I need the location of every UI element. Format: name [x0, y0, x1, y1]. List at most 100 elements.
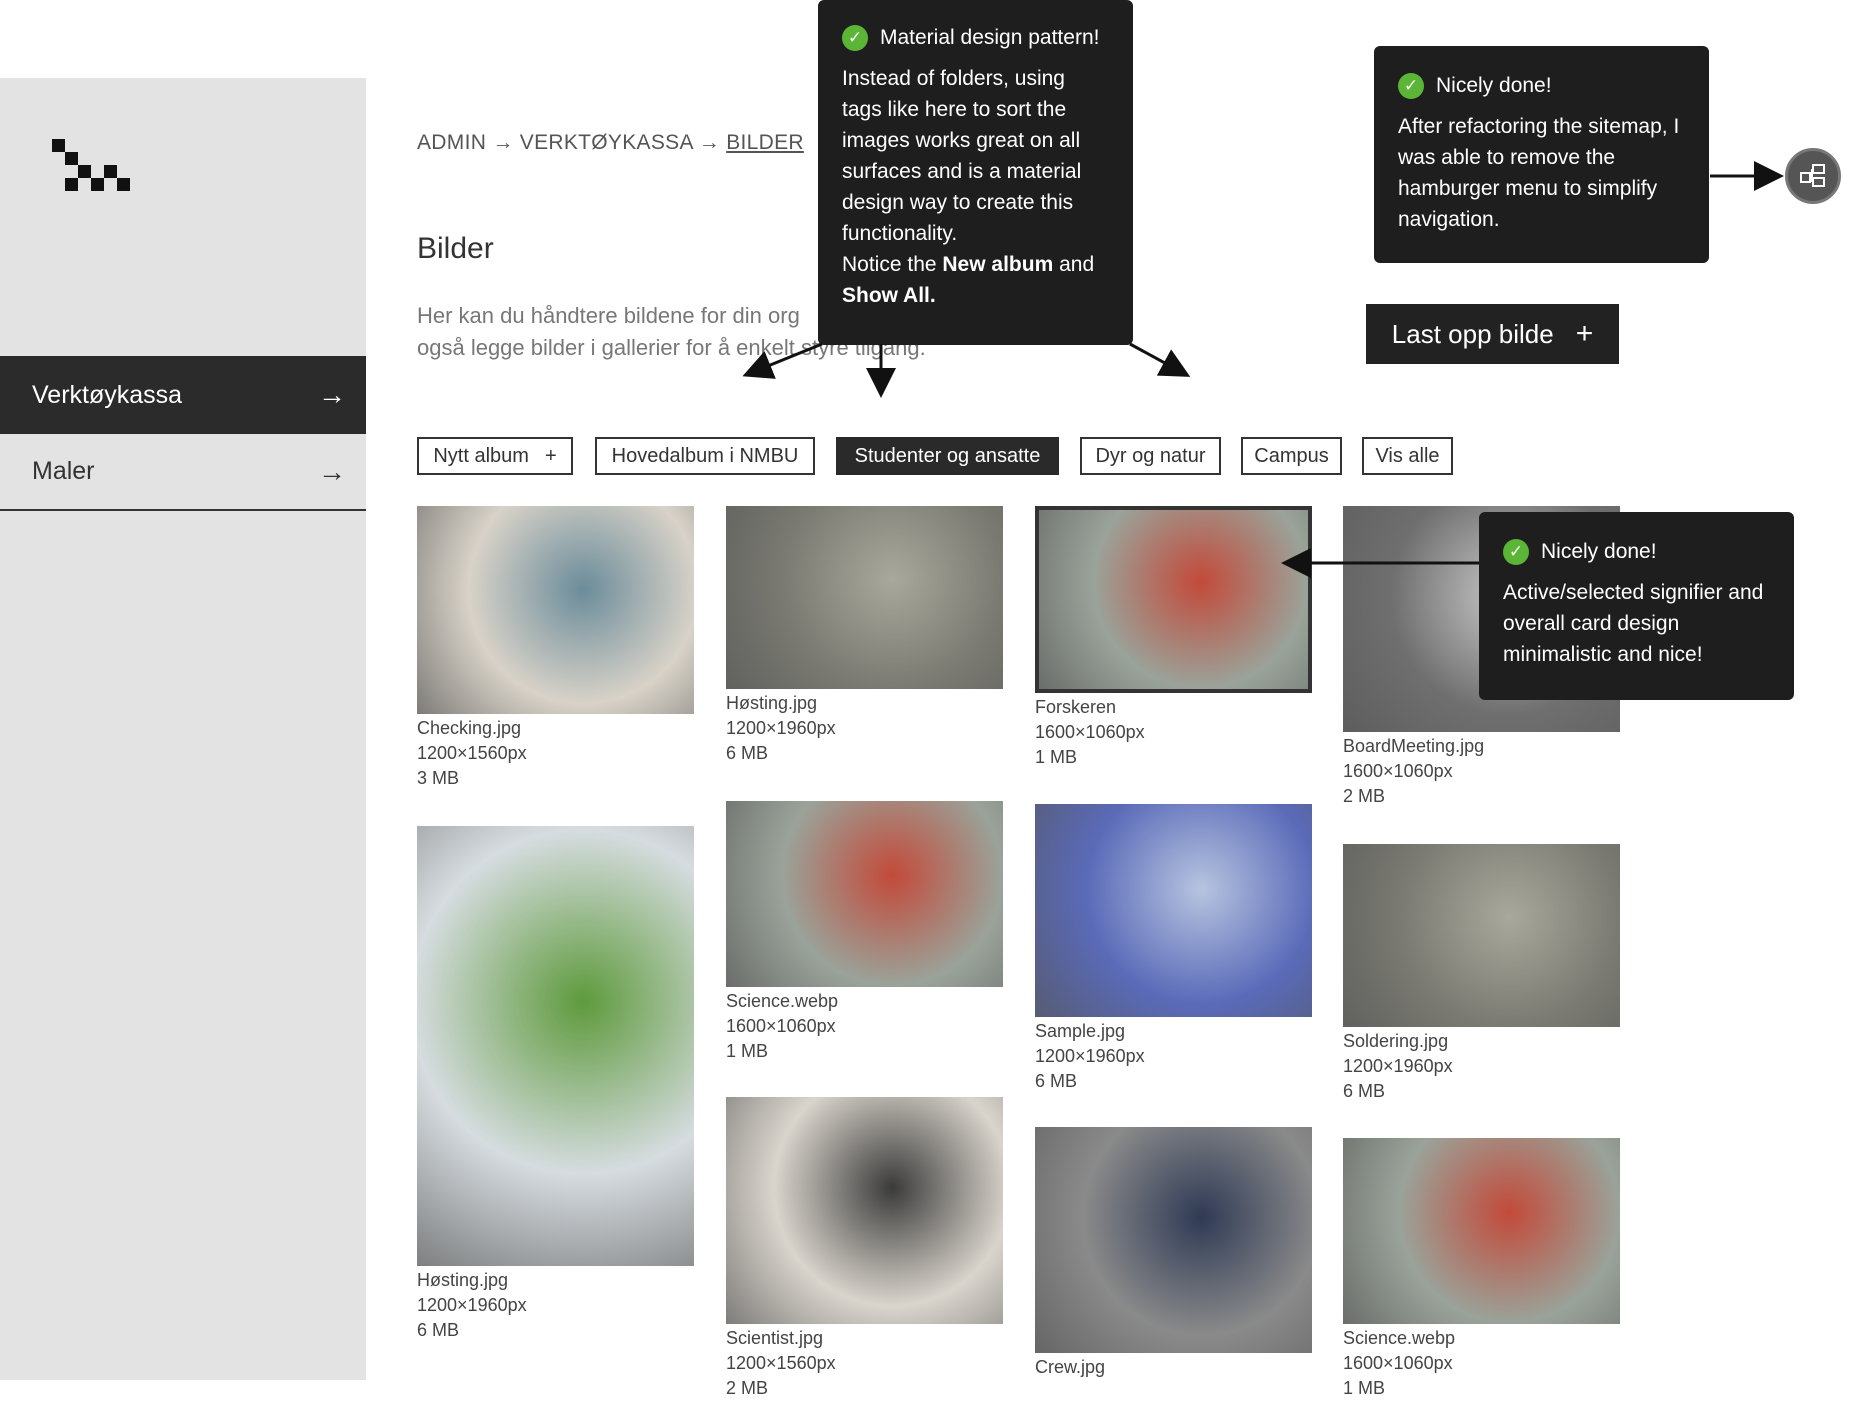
callout-title: Nicely done! [1541, 540, 1657, 563]
image-meta: Høsting.jpg 1200×1960px 6 MB [726, 691, 1003, 766]
image-meta: Crew.jpg [1035, 1355, 1312, 1380]
tag-label: Hovedalbum i NMBU [611, 444, 799, 467]
image-thumbnail[interactable] [726, 1097, 1003, 1324]
upload-label: Last opp bilde [1391, 318, 1554, 349]
image-card[interactable]: Checking.jpg 1200×1560px 3 MB [417, 506, 694, 791]
image-card[interactable]: Sample.jpg 1200×1960px 6 MB [1035, 804, 1312, 1094]
image-meta: BoardMeeting.jpg 1600×1060px 2 MB [1343, 734, 1620, 809]
image-card[interactable]: Soldering.jpg 1200×1960px 6 MB [1343, 844, 1620, 1104]
image-size: 1 MB [726, 1041, 769, 1061]
image-dims: 1600×1060px [1035, 722, 1145, 742]
callout-title: Nicely done! [1436, 74, 1552, 97]
image-dims: 1200×1960px [1343, 1056, 1453, 1076]
image-size: 6 MB [726, 743, 769, 763]
image-card[interactable]: Science.webp 1600×1060px 1 MB [726, 801, 1003, 1064]
callout-body: After refactoring the sitemap, I was abl… [1398, 115, 1680, 231]
image-name: Høsting.jpg [417, 1270, 509, 1290]
tag-label: Nytt album [433, 444, 529, 467]
image-meta: Soldering.jpg 1200×1960px 6 MB [1343, 1029, 1620, 1104]
image-meta: Høsting.jpg 1200×1960px 6 MB [417, 1268, 694, 1343]
image-thumbnail[interactable] [1035, 804, 1312, 1017]
image-size: 1 MB [1035, 747, 1078, 767]
sidebar-item-verktoykassa[interactable]: Verktøykassa → [0, 356, 366, 434]
image-meta: Scientist.jpg 1200×1560px 2 MB [726, 1326, 1003, 1401]
sitemap-button[interactable] [1785, 148, 1841, 204]
image-meta: Sample.jpg 1200×1960px 6 MB [1035, 1019, 1312, 1094]
arrow-right-icon: → [318, 379, 346, 410]
image-name: Crew.jpg [1035, 1357, 1106, 1377]
image-name: Soldering.jpg [1343, 1031, 1449, 1051]
tag-new-album[interactable]: Nytt album + [417, 437, 573, 475]
image-size: 2 MB [1343, 786, 1386, 806]
sidebar-item-maler[interactable]: Maler → [0, 434, 366, 511]
page-title: Bilder [417, 232, 494, 265]
plus-icon: + [544, 444, 557, 467]
image-dims: 1600×1060px [1343, 761, 1453, 781]
image-card[interactable]: Høsting.jpg 1200×1960px 6 MB [417, 826, 694, 1343]
callout-title: Material design pattern! [880, 26, 1100, 49]
image-thumbnail[interactable] [1035, 1127, 1312, 1353]
image-card[interactable]: Science.webp 1600×1060px 1 MB [1343, 1138, 1620, 1401]
tag-label: Vis alle [1375, 444, 1440, 467]
image-name: Science.webp [726, 991, 839, 1011]
tag-show-all[interactable]: Vis alle [1362, 437, 1453, 475]
sidebar-item-label: Verktøykassa [32, 380, 183, 409]
callout-body: Instead of folders, using tags like here… [842, 67, 1082, 245]
material-design-callout: ✓ Material design pattern! Instead of fo… [818, 0, 1133, 345]
image-card[interactable]: Crew.jpg [1035, 1127, 1312, 1380]
notice-bold-new-album: New album [942, 253, 1054, 276]
image-thumbnail[interactable] [1343, 844, 1620, 1027]
breadcrumb-verktoykassa[interactable]: VERKTØYKASSA [520, 131, 693, 154]
tag-label: Studenter og ansatte [854, 444, 1041, 467]
sidebar [0, 78, 366, 1380]
image-thumbnail[interactable] [417, 826, 694, 1266]
image-dims: 1200×1960px [1035, 1046, 1145, 1066]
image-card[interactable]: Forskeren 1600×1060px 1 MB [1035, 506, 1312, 770]
breadcrumb-current[interactable]: BILDER [726, 131, 804, 154]
image-thumbnail[interactable] [417, 506, 694, 714]
tag-studenter-selected[interactable]: Studenter og ansatte [836, 437, 1059, 475]
image-dims: 1200×1560px [726, 1353, 836, 1373]
image-size: 6 MB [1035, 1071, 1078, 1091]
image-thumbnail-selected[interactable] [1035, 506, 1312, 693]
image-meta: Forskeren 1600×1060px 1 MB [1035, 695, 1312, 770]
image-meta: Science.webp 1600×1060px 1 MB [726, 989, 1003, 1064]
image-card[interactable]: Høsting.jpg 1200×1960px 6 MB [726, 506, 1003, 766]
tag-campus[interactable]: Campus [1241, 437, 1342, 475]
image-size: 6 MB [1343, 1081, 1386, 1101]
check-icon: ✓ [1398, 72, 1424, 99]
image-dims: 1600×1060px [726, 1016, 836, 1036]
notice-bold-show-all: Show All. [842, 284, 936, 307]
tag-label: Campus [1254, 444, 1329, 467]
upload-image-button[interactable]: Last opp bilde + [1366, 304, 1619, 364]
description-line-1: Her kan du håndtere bildene for din org [417, 303, 800, 328]
sitemap-callout: ✓ Nicely done! After refactoring the sit… [1374, 46, 1709, 263]
callout-notice: Notice the New album and Show All. [842, 249, 1109, 311]
check-icon: ✓ [842, 24, 868, 51]
image-dims: 1200×1960px [417, 1295, 527, 1315]
arrow-right-icon: → [318, 455, 346, 487]
sitemap-icon [1800, 164, 1825, 187]
image-name: Checking.jpg [417, 718, 522, 738]
image-thumbnail[interactable] [726, 506, 1003, 689]
breadcrumb-admin[interactable]: ADMIN [417, 131, 486, 154]
callout-body: Active/selected signifier and overall ca… [1503, 581, 1764, 666]
notice-text: Notice the [842, 253, 943, 276]
tag-dyr-og-natur[interactable]: Dyr og natur [1080, 437, 1221, 475]
image-dims: 1200×1560px [417, 743, 527, 763]
image-name: BoardMeeting.jpg [1343, 736, 1485, 756]
image-card[interactable]: Scientist.jpg 1200×1560px 2 MB [726, 1097, 1003, 1401]
image-name: Forskeren [1035, 697, 1117, 717]
image-thumbnail[interactable] [726, 801, 1003, 987]
tag-hovedalbum[interactable]: Hovedalbum i NMBU [595, 437, 815, 475]
brand-logo[interactable] [52, 139, 132, 205]
image-thumbnail[interactable] [1343, 1138, 1620, 1324]
image-name: Science.webp [1343, 1328, 1456, 1348]
card-design-callout: ✓ Nicely done! Active/selected signifier… [1479, 512, 1794, 700]
image-size: 3 MB [417, 768, 460, 788]
notice-text: and [1053, 253, 1095, 276]
image-meta: Science.webp 1600×1060px 1 MB [1343, 1326, 1620, 1401]
breadcrumb-separator: → [492, 131, 514, 154]
breadcrumb: ADMIN → VERKTØYKASSA → BILDER [417, 131, 804, 155]
arrow-to-show-all [1129, 342, 1191, 377]
